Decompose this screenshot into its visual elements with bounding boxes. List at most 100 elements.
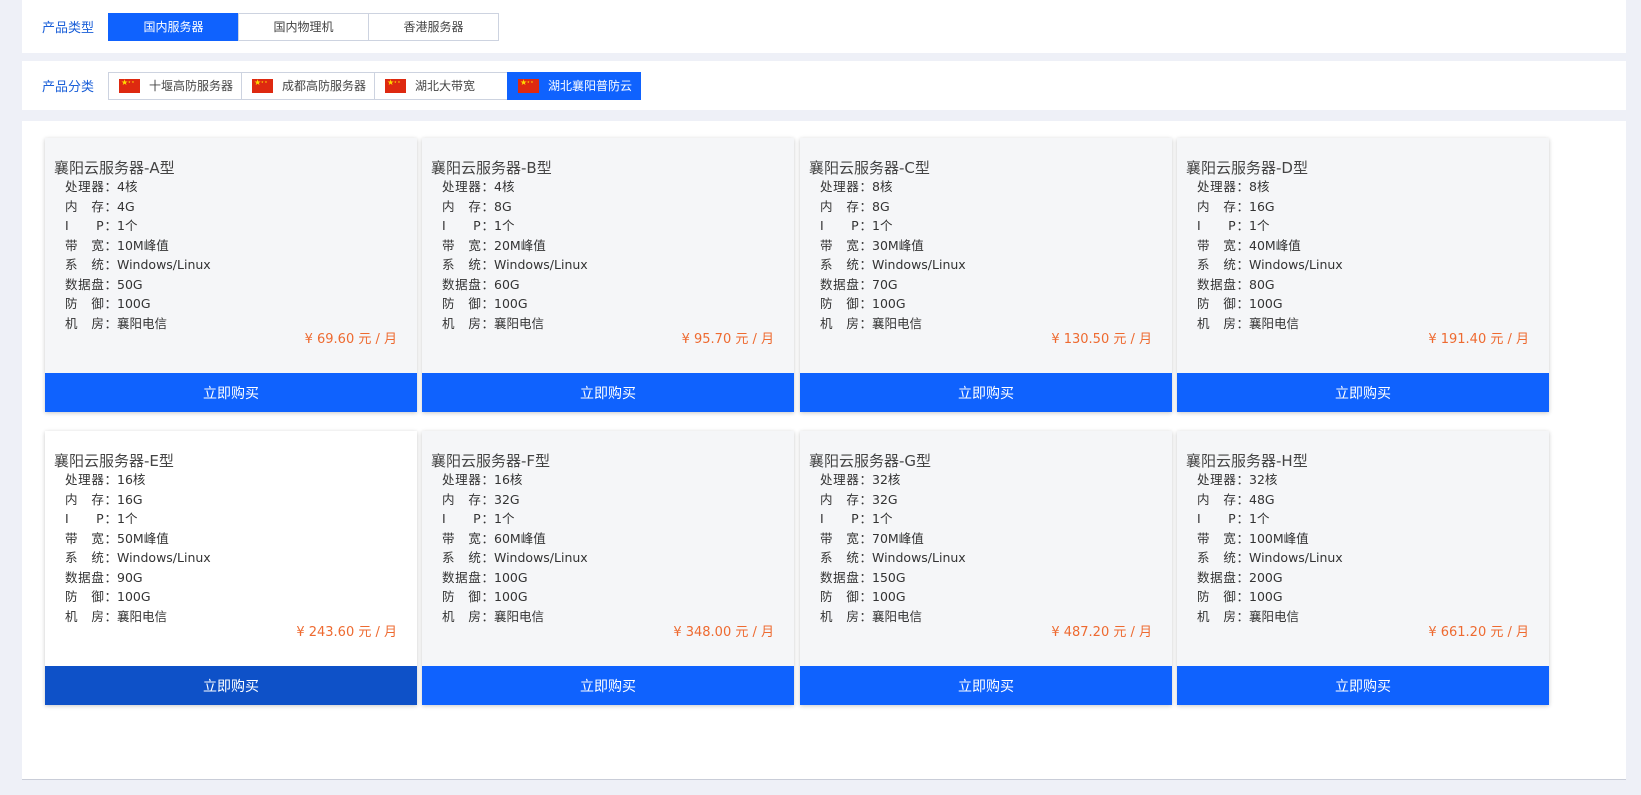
spec-value: 200G [1249,569,1283,585]
spec-value: 32核 [1249,472,1278,487]
spec-value: 1个 [872,218,893,233]
spec-label: 处理器： [1197,472,1249,487]
spec-row: 系 统： Windows/Linux [65,255,211,275]
spec-row: 数据盘： 80G [1197,275,1343,295]
product-price: ¥ 243.60 元 / 月 [296,625,397,640]
spec-label: 系 统： [442,257,494,272]
product-title: 襄阳云服务器-C型 [809,159,930,177]
spec-label: 数据盘： [442,276,494,292]
tab-domestic-server[interactable]: 国内服务器 [108,12,239,41]
spec-row: 机 房： 襄阳电信 [65,607,211,627]
spec-value: Windows/Linux [1249,550,1343,565]
buy-now-button[interactable]: 立即购买 [422,373,794,412]
product-price: ¥ 95.70 元 / 月 [681,332,774,347]
spec-list: 处理器： 32核内 存： 48G I P： 1个带 宽： 100M峰值系 统： Window… [1197,470,1343,626]
spec-value: 100M峰值 [1249,530,1309,546]
product-category-bar: 产品分类 十堰高防服务器 成都高防服务器 湖北大带宽 湖北襄阳普防云 [22,61,1626,110]
spec-value: 1个 [1249,218,1270,233]
spec-row: 处理器： 4核 [442,177,588,197]
spec-row: 机 房： 襄阳电信 [65,314,211,334]
spec-row: I P： 1个 [1197,509,1343,529]
spec-label: 防 御： [1197,296,1249,311]
spec-row: 机 房： 襄阳电信 [1197,607,1343,627]
spec-label: 防 御： [820,589,872,604]
spec-label: 带 宽： [820,237,872,253]
spec-value: 90G [117,569,143,585]
buy-now-button[interactable]: 立即购买 [800,373,1172,412]
spec-row: 防 御： 100G [65,294,211,314]
spec-label: 机 房： [1197,315,1249,331]
spec-value: Windows/Linux [872,550,966,565]
spec-label: 机 房： [820,608,872,624]
product-type-label: 产品类型 [42,21,95,36]
spec-row: 数据盘： 200G [1197,568,1343,588]
spec-label: I P： [442,218,494,233]
spec-label: 内 存： [442,198,494,214]
spec-label: 带 宽： [820,530,872,546]
tab-domestic-physical[interactable]: 国内物理机 [238,12,369,41]
tab-label: 成都高防服务器 [282,79,367,93]
spec-value: 150G [872,569,906,585]
spec-value: Windows/Linux [494,550,588,565]
buy-now-button[interactable]: 立即购买 [45,373,417,412]
spec-label: 数据盘： [1197,569,1249,585]
buy-now-button[interactable]: 立即购买 [1177,666,1549,705]
buy-now-button[interactable]: 立即购买 [422,666,794,705]
tab-hubei-bandwidth[interactable]: 湖北大带宽 [374,71,508,100]
buy-now-button[interactable]: 立即购买 [1177,373,1549,412]
cn-flag-icon [252,77,273,93]
buy-now-button[interactable]: 立即购买 [45,666,417,705]
spec-row: 带 宽： 30M峰值 [820,236,966,256]
spec-value: 襄阳电信 [1249,315,1300,331]
product-card: 襄阳云服务器-A型 处理器： 4核内 存： 4G I P： 1个带 宽： 10M峰值系 统：… [45,138,417,412]
spec-label: 处理器： [820,472,872,487]
spec-label: 数据盘： [442,569,494,585]
spec-label: 数据盘： [65,276,117,292]
spec-row: 带 宽： 50M峰值 [65,529,211,549]
spec-label: 防 御： [442,296,494,311]
spec-value: 襄阳电信 [872,608,923,624]
tab-shiyan-ddos[interactable]: 十堰高防服务器 [108,71,242,100]
spec-label: 数据盘： [820,276,872,292]
spec-row: 系 统： Windows/Linux [442,255,588,275]
spec-row: 处理器： 32核 [1197,470,1343,490]
spec-value: 100G [1249,296,1283,311]
spec-value: 60M峰值 [494,530,546,546]
spec-row: 数据盘： 70G [820,275,966,295]
spec-value: 80G [1249,276,1275,292]
product-title: 襄阳云服务器-G型 [809,452,932,470]
tab-xiangyang-cloud[interactable]: 湖北襄阳普防云 [507,71,641,100]
spec-value: 4G [117,198,135,214]
spec-label: I P： [442,511,494,526]
spec-label: I P： [820,218,872,233]
product-price: ¥ 191.40 元 / 月 [1428,332,1529,347]
spec-value: 襄阳电信 [117,608,168,624]
tab-hongkong-server[interactable]: 香港服务器 [368,12,499,41]
spec-row: 带 宽： 40M峰值 [1197,236,1343,256]
product-title: 襄阳云服务器-D型 [1186,159,1308,177]
spec-label: 数据盘： [65,569,117,585]
spec-label: 内 存： [1197,198,1249,214]
spec-row: 处理器： 8核 [1197,177,1343,197]
spec-value: 100G [872,589,906,604]
spec-value: Windows/Linux [1249,257,1343,272]
spec-label: 系 统： [820,257,872,272]
spec-value: 70M峰值 [872,530,924,546]
spec-row: 处理器： 16核 [442,470,588,490]
spec-value: 32核 [872,472,901,487]
cn-flag-icon [518,77,539,93]
tab-label: 湖北襄阳普防云 [548,79,633,93]
spec-row: I P： 1个 [1197,216,1343,236]
spec-value: 70G [872,276,898,292]
tab-chengdu-ddos[interactable]: 成都高防服务器 [241,71,375,100]
spec-row: 防 御： 100G [820,587,966,607]
spec-label: 处理器： [820,179,872,194]
spec-label: 系 统： [442,550,494,565]
product-price: ¥ 69.60 元 / 月 [304,332,397,347]
buy-now-button[interactable]: 立即购买 [800,666,1172,705]
spec-label: 处理器： [65,179,117,194]
spec-row: 数据盘： 100G [442,568,588,588]
spec-value: 100G [494,296,528,311]
product-title: 襄阳云服务器-H型 [1186,452,1308,470]
spec-value: 1个 [494,511,515,526]
